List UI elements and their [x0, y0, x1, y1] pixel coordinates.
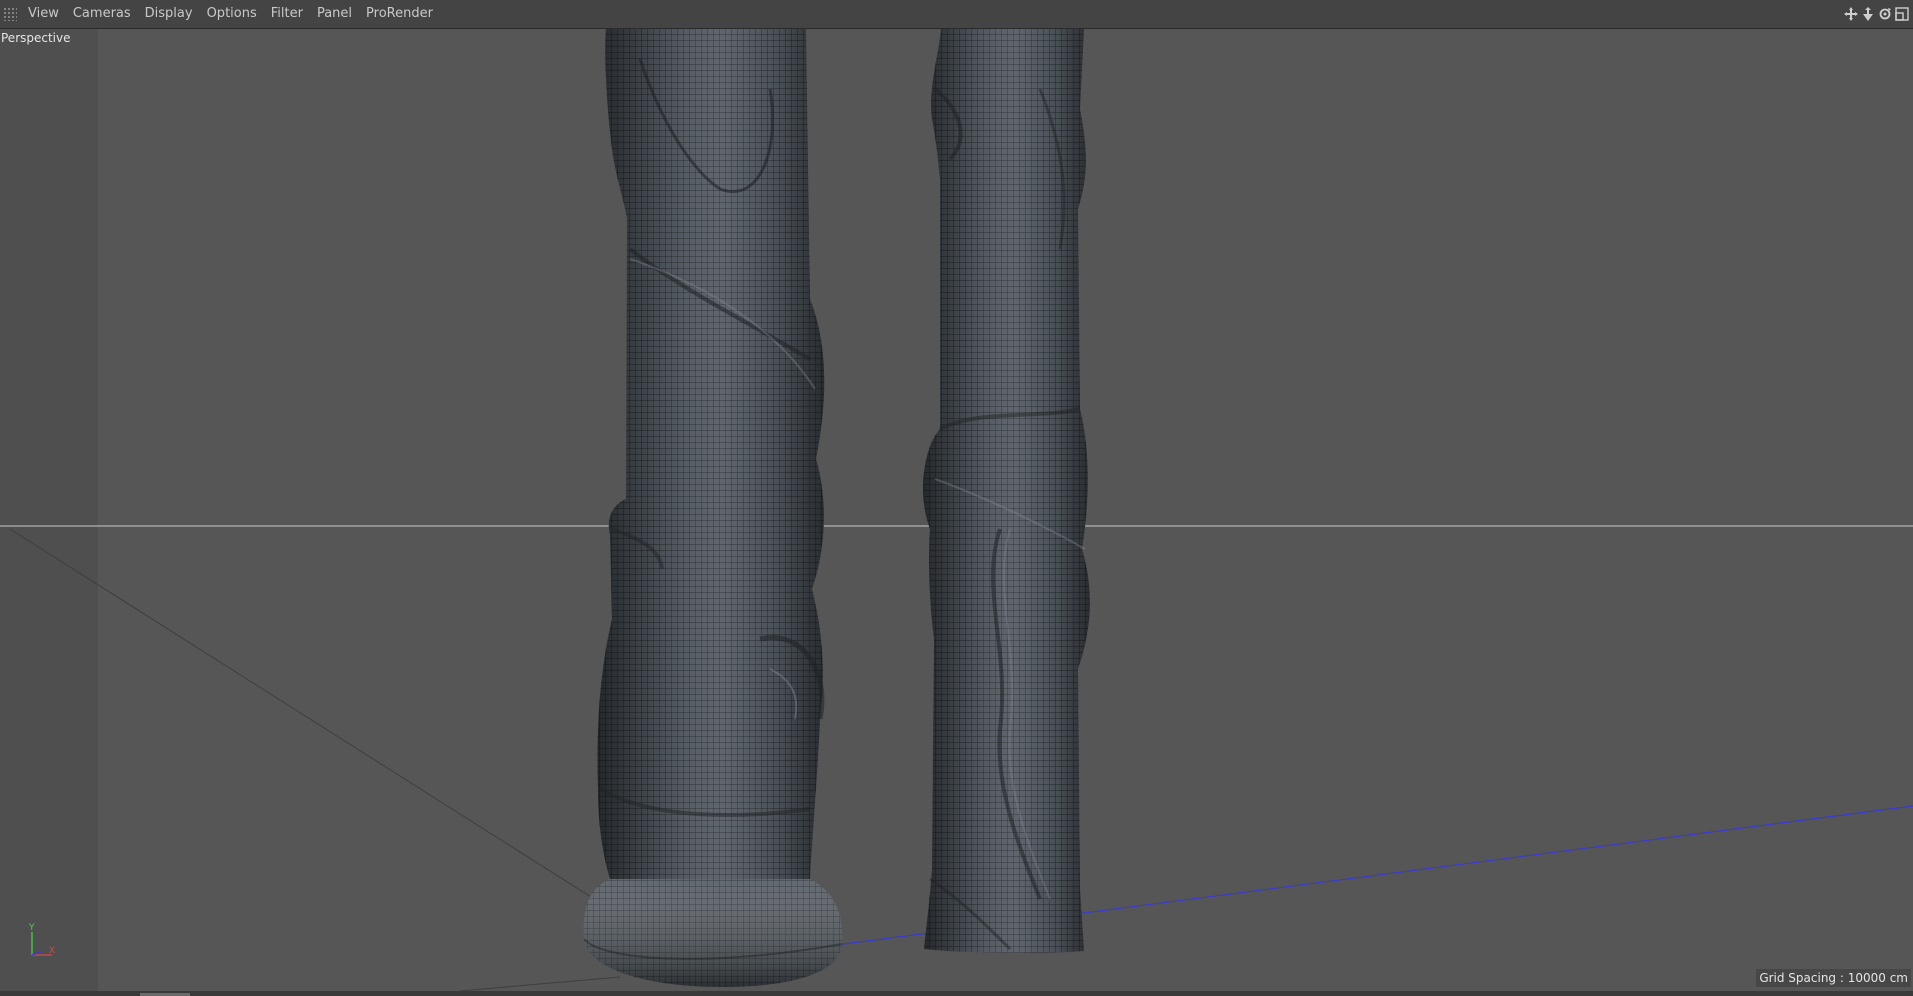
right-column-mesh[interactable]: [923, 29, 1090, 954]
left-column-mesh[interactable]: [583, 29, 843, 987]
menu-panel[interactable]: Panel: [310, 0, 359, 28]
menu-options[interactable]: Options: [200, 0, 264, 28]
camera-label[interactable]: Perspective: [1, 31, 71, 45]
viewport-nav-icons: [1843, 6, 1909, 21]
axis-gizmo: Y X: [22, 922, 62, 962]
dolly-icon[interactable]: [1860, 6, 1875, 21]
gizmo-x-label: X: [49, 946, 55, 956]
viewport-scene[interactable]: [0, 29, 1913, 991]
menu-cameras[interactable]: Cameras: [66, 0, 138, 28]
viewport-menubar: View Cameras Display Options Filter Pane…: [0, 0, 1913, 29]
gizmo-y-label: Y: [28, 923, 35, 933]
3d-viewport[interactable]: View Cameras Display Options Filter Pane…: [0, 0, 1913, 996]
menubar-grip-icon[interactable]: [3, 7, 17, 21]
move-icon[interactable]: [1843, 6, 1858, 21]
grid-line-diagonal: [9, 528, 611, 910]
grid-spacing-label: Grid Spacing : 10000 cm: [1756, 969, 1911, 987]
grid-line-bottom: [459, 976, 621, 991]
menu-prorender[interactable]: ProRender: [359, 0, 440, 28]
viewport-bottom-strip: [0, 991, 1913, 996]
menu-view[interactable]: View: [21, 0, 66, 28]
rotate-icon[interactable]: [1877, 6, 1892, 21]
maximize-icon[interactable]: [1894, 6, 1909, 21]
menu-display[interactable]: Display: [138, 0, 200, 28]
menu-filter[interactable]: Filter: [264, 0, 310, 28]
viewport-left-shade: [0, 29, 98, 991]
